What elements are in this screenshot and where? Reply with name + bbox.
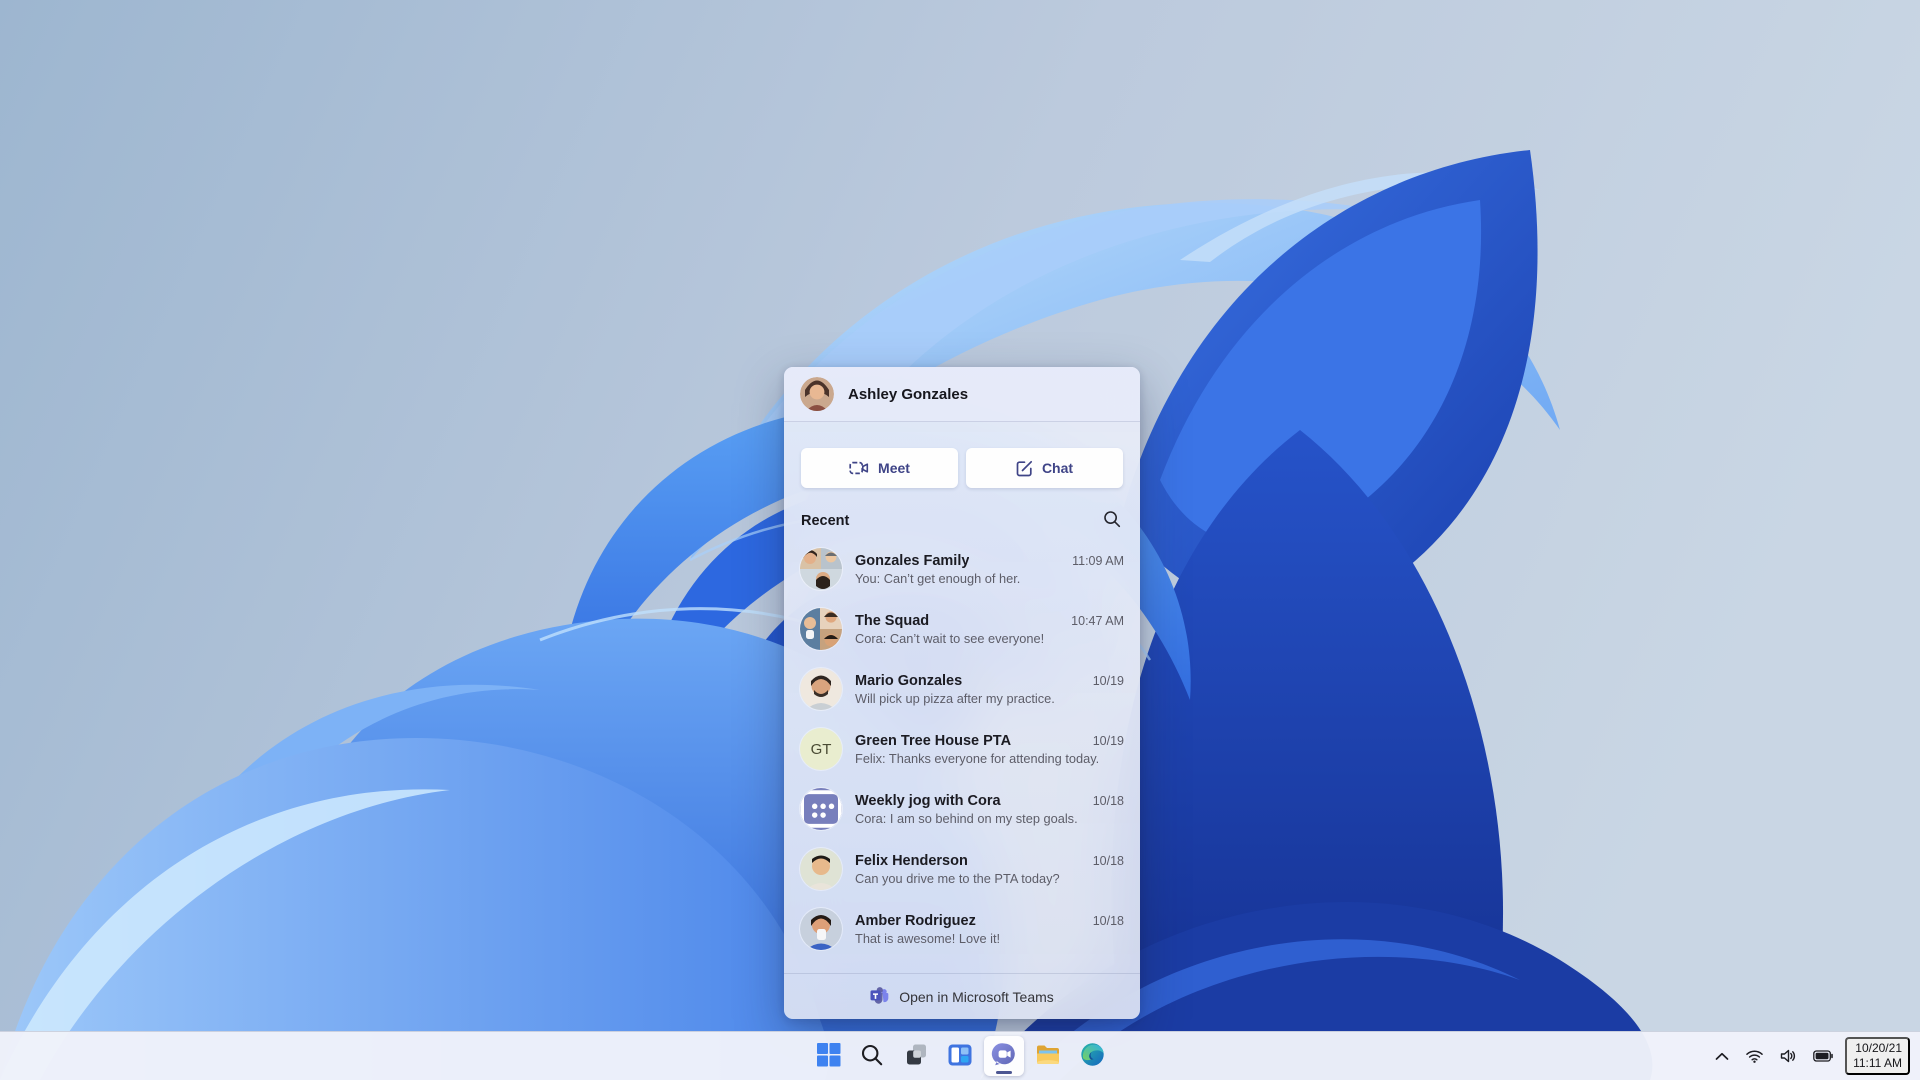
taskbar: 10/20/21 11:11 AM	[0, 1031, 1920, 1080]
edge-icon	[1080, 1042, 1105, 1070]
search-icon	[1103, 510, 1121, 531]
photo-avatar	[800, 848, 842, 890]
search-icon	[860, 1043, 884, 1070]
chat-time: 10/19	[1092, 733, 1124, 748]
meet-button-label: Meet	[878, 460, 910, 476]
chat-title: Gonzales Family	[855, 552, 970, 569]
wifi-icon[interactable]	[1741, 1046, 1768, 1067]
teams-chat-flyout: Ashley Gonzales Meet Chat Recent Gonzale…	[784, 367, 1140, 1019]
tray-date: 10/20/21	[1855, 1041, 1902, 1055]
chat-title: Weekly jog with Cora	[855, 792, 1001, 809]
chat-taskbar-button[interactable]	[984, 1036, 1024, 1076]
start-button[interactable]	[808, 1036, 848, 1076]
system-tray: 10/20/21 11:11 AM	[1710, 1037, 1910, 1075]
widgets-icon	[947, 1043, 973, 1070]
user-avatar	[800, 377, 834, 411]
chat-preview: Will pick up pizza after my practice.	[855, 690, 1055, 706]
battery-icon[interactable]	[1808, 1046, 1838, 1066]
volume-icon[interactable]	[1775, 1045, 1801, 1067]
chat-title: Mario Gonzales	[855, 672, 963, 689]
chat-row-felix-henderson[interactable]: Felix Henderson 10/18 Can you drive me to…	[784, 839, 1140, 899]
chat-row-amber-rodriguez[interactable]: Amber Rodriguez 10/18 That is awesome! Lo…	[784, 899, 1140, 959]
widgets-button[interactable]	[940, 1036, 980, 1076]
chat-time: 11:09 AM	[1072, 553, 1124, 568]
chat-row-gonzales-family[interactable]: Gonzales Family 11:09 AM You: Can’t get e…	[784, 539, 1140, 599]
chat-row-weekly-jog[interactable]: Weekly jog with Cora 10/18 Cora: I am so …	[784, 779, 1140, 839]
open-in-teams-label: Open in Microsoft Teams	[899, 988, 1054, 1005]
chat-preview: Cora: Can’t wait to see everyone!	[855, 630, 1045, 646]
search-button[interactable]	[1101, 508, 1123, 533]
chat-preview: Can you drive me to the PTA today?	[855, 870, 1060, 886]
teams-chat-icon	[991, 1041, 1018, 1071]
teams-logo-icon	[870, 986, 889, 1007]
chat-preview: Cora: I am so behind on my step goals.	[855, 810, 1078, 826]
recent-chat-list: Gonzales Family 11:09 AM You: Can’t get e…	[784, 539, 1140, 959]
chat-row-green-tree-house-pta[interactable]: GT Green Tree House PTA 10/19 Felix: Than…	[784, 719, 1140, 779]
action-buttons: Meet Chat	[784, 422, 1140, 488]
chat-time: 10/18	[1092, 913, 1124, 928]
edge-button[interactable]	[1072, 1036, 1112, 1076]
active-app-indicator	[996, 1071, 1012, 1074]
clock[interactable]: 10/20/21 11:11 AM	[1845, 1037, 1910, 1075]
chat-row-mario-gonzales[interactable]: Mario Gonzales 10/19 Will pick up pizza a…	[784, 659, 1140, 719]
chat-button-label: Chat	[1041, 460, 1074, 476]
chat-time: 10/19	[1092, 673, 1124, 688]
chat-preview: You: Can’t get enough of her.	[855, 570, 1021, 586]
chat-time: 10:47 AM	[1071, 613, 1124, 628]
tray-chevron-up-icon[interactable]	[1710, 1048, 1734, 1065]
chat-button[interactable]: Chat	[966, 448, 1123, 488]
file-explorer-button[interactable]	[1028, 1036, 1068, 1076]
video-camera-icon	[849, 460, 869, 476]
recent-header: Recent	[784, 488, 1140, 539]
windows-start-icon	[816, 1042, 841, 1070]
group-collage-avatar	[800, 608, 842, 650]
chat-row-the-squad[interactable]: The Squad 10:47 AM Cora: Can’t wait to se…	[784, 599, 1140, 659]
folder-icon	[1035, 1043, 1061, 1070]
chat-preview: Felix: Thanks everyone for attending tod…	[855, 750, 1100, 766]
chat-title: Green Tree House PTA	[855, 732, 1012, 749]
desktop: Ashley Gonzales Meet Chat Recent Gonzale…	[0, 0, 1920, 1080]
task-view-icon	[904, 1042, 929, 1070]
tray-time: 11:11 AM	[1853, 1056, 1902, 1070]
photo-avatar	[800, 908, 842, 950]
compose-icon	[1016, 460, 1033, 477]
initials-avatar: GT	[800, 728, 842, 770]
chat-time: 10/18	[1092, 853, 1124, 868]
photo-avatar	[800, 668, 842, 710]
flyout-profile-header: Ashley Gonzales	[784, 367, 1140, 422]
taskbar-search-button[interactable]	[852, 1036, 892, 1076]
meet-button[interactable]: Meet	[801, 448, 958, 488]
chat-time: 10/18	[1092, 793, 1124, 808]
taskbar-center-icons	[808, 1036, 1112, 1076]
task-view-button[interactable]	[896, 1036, 936, 1076]
chat-title: Amber Rodriguez	[855, 912, 976, 929]
group-collage-avatar	[800, 548, 842, 590]
flyout-footer: Open in Microsoft Teams	[784, 973, 1140, 1019]
open-in-teams-button[interactable]: Open in Microsoft Teams	[864, 985, 1060, 1008]
calendar-icon	[800, 788, 842, 830]
chat-title: Felix Henderson	[855, 852, 968, 869]
recent-label: Recent	[801, 512, 850, 529]
chat-preview: That is awesome! Love it!	[855, 930, 1001, 946]
user-name: Ashley Gonzales	[848, 385, 969, 403]
chat-title: The Squad	[855, 612, 930, 629]
